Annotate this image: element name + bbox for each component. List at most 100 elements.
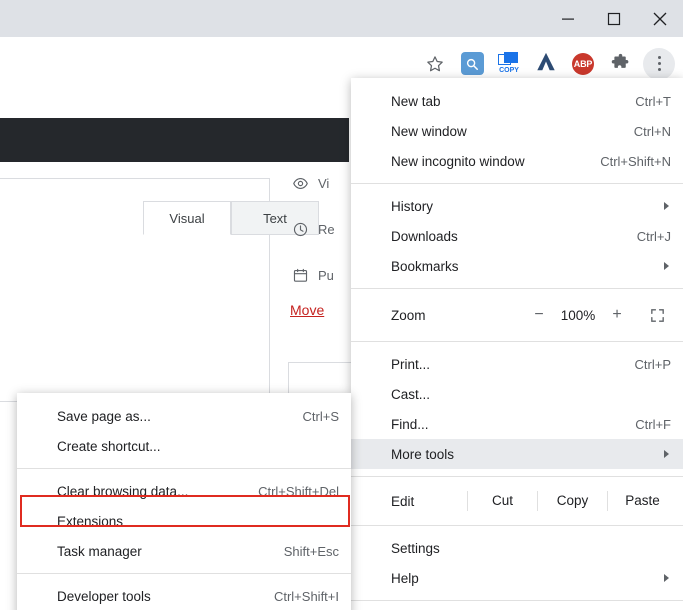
page-dark-banner (0, 118, 349, 162)
maximize-icon[interactable] (591, 0, 637, 37)
edit-copy-button[interactable]: Copy (537, 491, 607, 511)
menu-item-new-window[interactable]: New window Ctrl+N (351, 116, 683, 146)
menu-separator (351, 288, 683, 289)
calendar-icon (290, 267, 310, 284)
adblock-plus-label: ABP (572, 52, 594, 75)
submenu-item-clear-browsing-data[interactable]: Clear browsing data... Ctrl+Shift+Del (17, 476, 351, 506)
side-item-visits[interactable]: Vi (290, 160, 352, 206)
menu-item-print-label: Print... (391, 356, 431, 372)
submenu-item-developer-tools[interactable]: Developer tools Ctrl+Shift+I (17, 581, 351, 610)
edit-cut-button[interactable]: Cut (467, 491, 537, 511)
menu-item-downloads-accel: Ctrl+J (636, 228, 671, 244)
menu-item-find-accel: Ctrl+F (635, 416, 671, 432)
close-icon[interactable] (637, 0, 683, 37)
menu-item-print[interactable]: Print... Ctrl+P (351, 349, 683, 379)
chevron-right-icon (664, 574, 669, 582)
menu-item-cast[interactable]: Cast... (351, 379, 683, 409)
menu-item-find-label: Find... (391, 416, 429, 432)
menu-item-new-window-label: New window (391, 123, 467, 139)
bookmark-star-icon[interactable] (421, 50, 449, 78)
menu-separator (351, 525, 683, 526)
menu-item-history-label: History (391, 198, 434, 214)
menu-item-bookmarks[interactable]: Bookmarks (351, 251, 683, 281)
menu-item-new-tab-label: New tab (391, 93, 441, 109)
menu-item-new-incognito-window-label: New incognito window (391, 153, 525, 169)
submenu-separator (17, 468, 351, 469)
menu-item-find[interactable]: Find... Ctrl+F (351, 409, 683, 439)
tab-text-label: Text (263, 210, 287, 226)
copy-sheets-glyph (498, 51, 518, 65)
move-link[interactable]: Move (290, 302, 324, 318)
window-title-bar (0, 0, 683, 37)
minimize-icon[interactable] (545, 0, 591, 37)
submenu-item-create-shortcut-label: Create shortcut... (57, 438, 161, 454)
copy-extension-label: COPY (499, 66, 519, 74)
zoom-level-value: 100% (560, 307, 596, 323)
submenu-item-save-page-as[interactable]: Save page as... Ctrl+S (17, 401, 351, 431)
menu-item-settings-label: Settings (391, 540, 440, 556)
menu-item-bookmarks-label: Bookmarks (391, 258, 459, 274)
submenu-item-extensions[interactable]: Extensions (17, 506, 351, 536)
menu-item-new-incognito-window-accel: Ctrl+Shift+N (600, 153, 671, 169)
menu-item-new-incognito-window[interactable]: New incognito window Ctrl+Shift+N (351, 146, 683, 176)
menu-item-history[interactable]: History (351, 191, 683, 221)
more-tools-submenu: Save page as... Ctrl+S Create shortcut..… (17, 393, 351, 610)
chrome-menu-icon[interactable] (643, 47, 675, 80)
chevron-right-icon (664, 202, 669, 210)
submenu-item-clear-browsing-data-accel: Ctrl+Shift+Del (258, 483, 339, 499)
menu-item-help[interactable]: Help (351, 563, 683, 593)
menu-item-more-tools-label: More tools (391, 446, 455, 462)
zoom-out-button[interactable]: − (525, 301, 553, 329)
menu-item-new-tab-accel: Ctrl+T (635, 93, 671, 109)
page-side-list: Vi Re Pu (290, 160, 352, 298)
submenu-item-task-manager-label: Task manager (57, 543, 142, 559)
menu-separator (351, 183, 683, 184)
submenu-item-save-page-as-label: Save page as... (57, 408, 151, 424)
zoom-in-button[interactable]: + (603, 301, 631, 329)
side-item-published[interactable]: Pu (290, 252, 352, 298)
menu-item-downloads-label: Downloads (391, 228, 458, 244)
side-item-recent-label: Re (318, 221, 335, 237)
copy-extension-icon[interactable]: COPY (495, 50, 523, 78)
submenu-item-create-shortcut[interactable]: Create shortcut... (17, 431, 351, 461)
menu-zoom-label: Zoom (391, 307, 426, 323)
menu-zoom-row: Zoom − 100% + (351, 296, 683, 334)
submenu-separator (17, 573, 351, 574)
menu-separator (351, 600, 683, 601)
menu-edit-label: Edit (391, 493, 415, 509)
menu-item-new-tab[interactable]: New tab Ctrl+T (351, 86, 683, 116)
history-icon (290, 221, 310, 238)
eye-icon (290, 175, 310, 192)
submenu-item-developer-tools-accel: Ctrl+Shift+I (273, 588, 339, 604)
submenu-item-task-manager[interactable]: Task manager Shift+Esc (17, 536, 351, 566)
submenu-item-task-manager-accel: Shift+Esc (283, 543, 339, 559)
submenu-item-clear-browsing-data-label: Clear browsing data... (57, 483, 189, 499)
menu-item-more-tools[interactable]: More tools (351, 439, 683, 469)
submenu-item-extensions-label: Extensions (57, 513, 124, 529)
extensions-puzzle-icon[interactable] (606, 50, 634, 78)
tab-visual[interactable]: Visual (143, 201, 231, 235)
chrome-main-menu: New tab Ctrl+T New window Ctrl+N New inc… (351, 78, 683, 610)
fullscreen-icon[interactable] (641, 301, 673, 329)
menu-edit-row: Edit Cut Copy Paste (351, 484, 683, 518)
menu-separator (351, 341, 683, 342)
menu-item-print-accel: Ctrl+P (634, 356, 671, 372)
menu-item-new-window-accel: Ctrl+N (633, 123, 671, 139)
zoom-controls: − 100% + (525, 301, 673, 329)
menu-item-help-label: Help (391, 570, 419, 586)
menu-separator (351, 476, 683, 477)
edit-paste-button[interactable]: Paste (607, 491, 677, 511)
search-extension-icon[interactable] (458, 50, 486, 78)
side-item-published-label: Pu (318, 267, 334, 283)
tab-visual-label: Visual (169, 210, 205, 226)
side-item-visits-label: Vi (318, 175, 330, 191)
window-controls (545, 0, 683, 37)
chevron-right-icon (664, 262, 669, 270)
menu-item-settings[interactable]: Settings (351, 533, 683, 563)
chevron-right-icon (664, 450, 669, 458)
avast-extension-icon[interactable] (532, 50, 560, 78)
side-item-recent[interactable]: Re (290, 206, 352, 252)
submenu-item-developer-tools-label: Developer tools (57, 588, 151, 604)
menu-item-downloads[interactable]: Downloads Ctrl+J (351, 221, 683, 251)
adblock-plus-extension-icon[interactable]: ABP (569, 50, 597, 78)
